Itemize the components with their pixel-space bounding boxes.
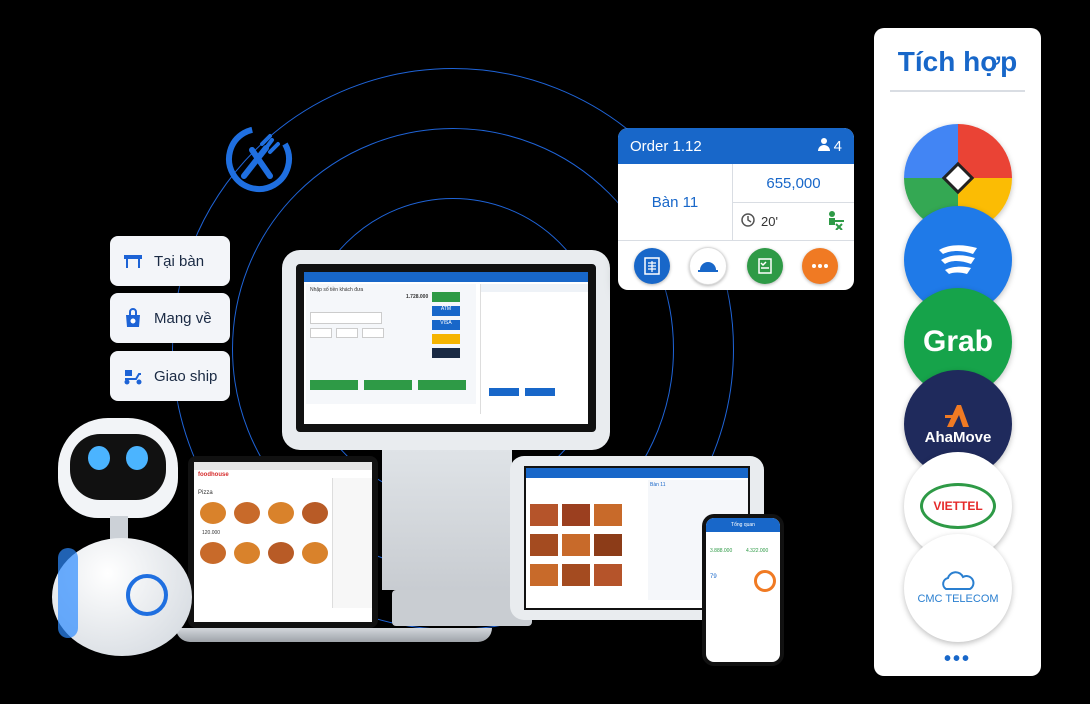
laptop-price: 120.000: [202, 530, 221, 536]
guest-count: 4: [833, 137, 842, 155]
order-amount: 655,000: [733, 164, 854, 203]
delivery-scooter-icon: [122, 365, 144, 387]
laptop: foodhouse Pizza 120.000: [176, 456, 492, 652]
tablet-table-label: Bàn 11: [650, 482, 666, 488]
channel-takeaway[interactable]: Mang về: [110, 293, 230, 343]
cloud-icon: [942, 571, 975, 590]
ahamove-icon: [945, 404, 969, 427]
order-elapsed: 20': [761, 214, 778, 229]
guest-icon: [817, 137, 830, 155]
phone-stat: 4.322.000: [746, 548, 769, 554]
cmc-telecom-logo[interactable]: CMC TELECOM: [904, 534, 1012, 642]
integration-panel: Tích hợp Grab AhaMove VIETTEL CMC TELECO…: [874, 28, 1041, 676]
checklist-icon[interactable]: [746, 248, 783, 284]
order-table: Bàn 11: [618, 164, 733, 240]
atm-button[interactable]: ATM: [432, 306, 460, 316]
more-partners-button[interactable]: •••: [874, 648, 1041, 671]
phone: Tổng quan 3.888.000 4.322.000 79: [702, 514, 784, 666]
takeaway-bag-icon: [122, 307, 144, 329]
divider: [890, 90, 1025, 92]
integration-title: Tích hợp: [897, 46, 1018, 77]
fork-spoon-logo-icon: [222, 122, 296, 196]
phone-stat: 3.888.000: [710, 548, 733, 554]
phone-header: Tổng quan: [706, 518, 780, 532]
waiter-serving-icon: [824, 210, 846, 233]
channel-label: Giao ship: [154, 367, 218, 385]
pos-total: 1.728.000: [406, 294, 429, 300]
channel-delivery[interactable]: Giao ship: [110, 351, 230, 401]
channel-dine-in[interactable]: Tại bàn: [110, 236, 230, 286]
order-card-header: Order 1.12 4: [618, 128, 854, 164]
pos-terminal: Nhập số tiền khách đưa 1.728.000 ATM VIS…: [282, 250, 610, 590]
clock-icon: [741, 213, 755, 230]
robot-mascot: [52, 418, 202, 656]
visa-button[interactable]: VISA: [432, 320, 460, 330]
table-icon: [122, 250, 144, 272]
laptop-brand: foodhouse: [198, 472, 229, 478]
robot-logo-icon: [126, 574, 168, 616]
calculator-icon[interactable]: [633, 248, 670, 284]
more-icon[interactable]: [802, 248, 839, 284]
order-card[interactable]: Order 1.12 4 Bàn 11 655,000 20': [618, 128, 854, 290]
order-title: Order 1.12: [630, 137, 702, 155]
channel-label: Tại bàn: [154, 252, 205, 270]
phone-stat: 79: [710, 574, 717, 580]
serving-bell-icon[interactable]: [689, 247, 728, 285]
channel-label: Mang về: [154, 309, 212, 327]
pos-screen: Nhập số tiền khách đưa 1.728.000 ATM VIS…: [296, 264, 596, 432]
